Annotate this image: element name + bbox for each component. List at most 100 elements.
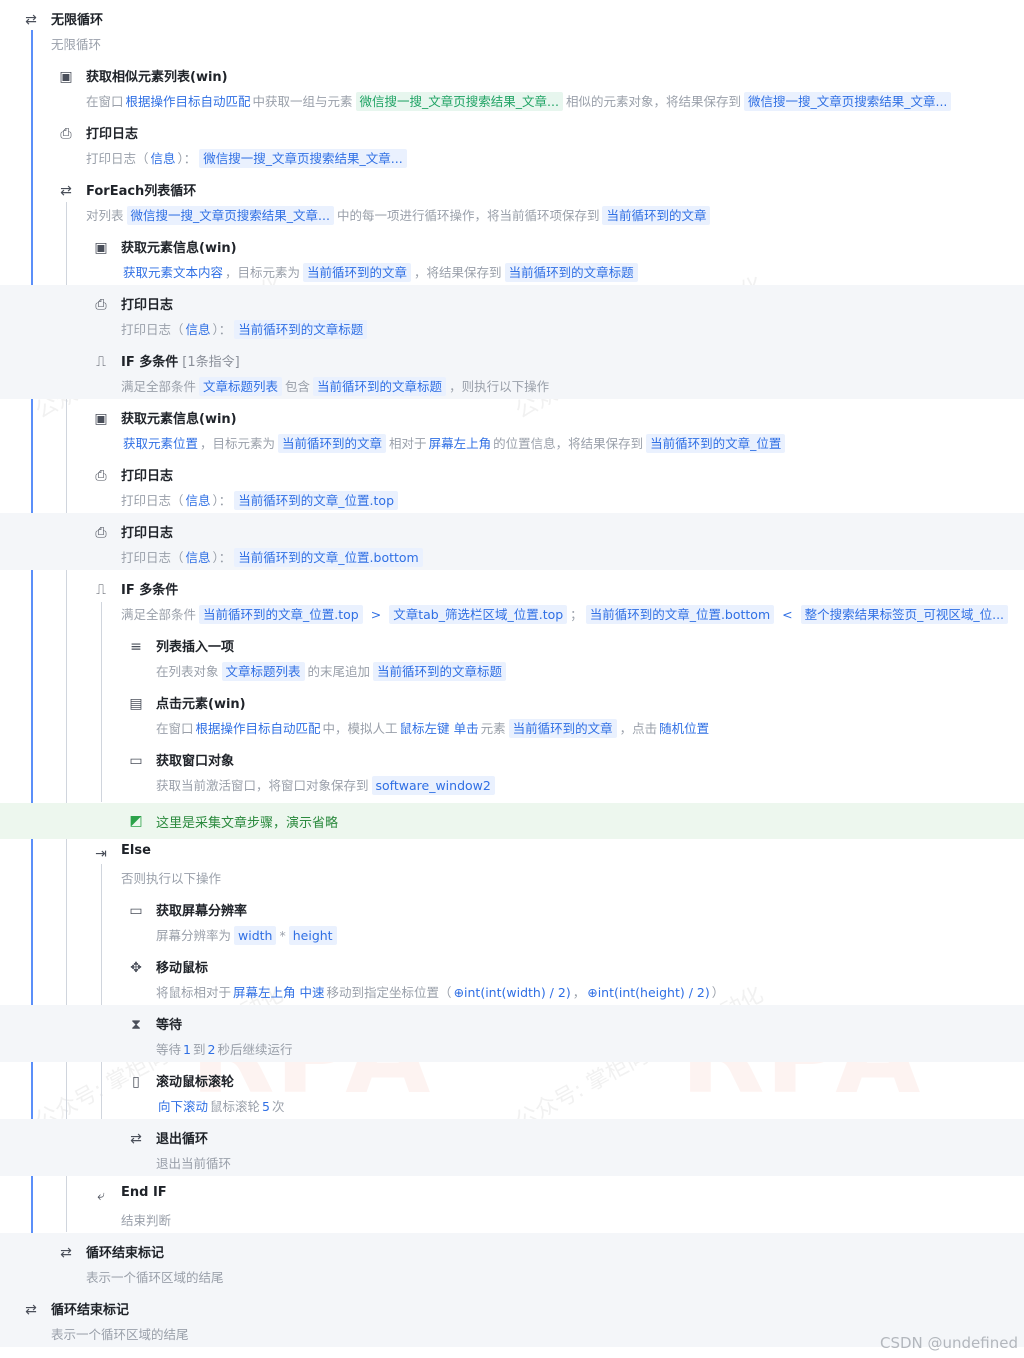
loop-end-icon: ⇄ xyxy=(25,1302,37,1318)
option-keyword[interactable]: 随机位置 xyxy=(659,721,709,736)
flow-step[interactable]: ⧗ 等待 等待 1 到 2 秒后继续运行 xyxy=(0,1005,1024,1062)
desc-text: 等待 xyxy=(156,1042,182,1057)
step-title-text: 这里是采集文章步骤，演示省略 xyxy=(156,816,339,831)
flow-step[interactable]: ⇄ 循环结束标记 表示一个循环区域的结尾 xyxy=(0,1290,1024,1347)
step-description: 在窗口 根据操作目标自动匹配 中获取一组与元素 微信搜一搜_文章页搜索结果_文章...… xyxy=(86,91,954,111)
step-title: 列表插入一项 xyxy=(156,636,234,655)
step-description: 屏幕分辨率为 width * height xyxy=(156,925,340,945)
variable-chip[interactable]: 文章标题列表 xyxy=(199,377,283,396)
window-element-icon: ▣ xyxy=(59,69,73,85)
desc-text: 无限循环 xyxy=(51,37,102,52)
variable-chip[interactable]: 整个搜索结果标签页_可视区域_位... xyxy=(800,605,1009,624)
variable-chip[interactable]: software_window2 xyxy=(371,776,495,795)
option-keyword[interactable]: 2 xyxy=(207,1042,215,1057)
option-keyword[interactable]: 5 xyxy=(262,1099,270,1114)
option-keyword[interactable]: 信息 xyxy=(186,550,211,565)
flow-step[interactable]: ⎙ 打印日志 打印日志（ 信息）： 微信搜一搜_文章页搜索结果_文章... xyxy=(0,114,1024,171)
variable-chip[interactable]: 微信搜一搜_文章页搜索结果_文章... xyxy=(743,92,952,111)
step-title: Else xyxy=(121,843,151,858)
variable-chip[interactable]: 当前循环到的文章标题 xyxy=(313,377,447,396)
desc-text: 满足全部条件 xyxy=(121,607,197,622)
variable-chip[interactable]: width xyxy=(234,926,277,945)
variable-chip[interactable]: 当前循环到的文章 xyxy=(602,206,711,225)
variable-chip[interactable]: 当前循环到的文章_位置.top xyxy=(199,605,363,624)
flow-step[interactable]: ⇄ 循环结束标记 表示一个循环区域的结尾 xyxy=(0,1233,1024,1290)
desc-text: 对列表 xyxy=(86,208,124,223)
printer-icon: ⎙ xyxy=(95,297,107,313)
flow-step[interactable]: ✥ 移动鼠标 将鼠标相对于 屏幕左上角 中速 移动到指定坐标位置（ ⊕int(int(wid… xyxy=(0,948,1024,1005)
flow-step[interactable]: ⤶ End IF 结束判断 xyxy=(0,1176,1024,1233)
variable-chip[interactable]: 当前循环到的文章标题 xyxy=(504,263,638,282)
flow-step[interactable]: ⎙ 打印日志 打印日志（ 信息）： 当前循环到的文章标题 xyxy=(0,285,1024,342)
option-keyword[interactable]: 信息 xyxy=(186,322,211,337)
flow-step[interactable]: ⎙ 打印日志 打印日志（ 信息）： 当前循环到的文章_位置.top xyxy=(0,456,1024,513)
option-keyword[interactable]: 中速 xyxy=(300,985,325,1000)
step-title-text: 滚动鼠标滚轮 xyxy=(156,1075,235,1090)
desc-text: ； xyxy=(570,607,583,622)
flow-step[interactable]: ⎍ IF 多条件 满足全部条件 当前循环到的文章_位置.top > 文章tab_筛选栏区域… xyxy=(0,570,1024,627)
step-title-text: 打印日志 xyxy=(121,469,174,484)
variable-chip[interactable]: height xyxy=(288,926,337,945)
option-keyword[interactable]: ⊕int(int(width) / 2) xyxy=(454,985,571,1000)
variable-chip[interactable]: 当前循环到的文章标题 xyxy=(373,662,507,681)
variable-chip[interactable]: 微信搜一搜_文章页搜索结果_文章... xyxy=(126,206,334,225)
flow-step[interactable]: ▭ 获取窗口对象 获取当前激活窗口，将窗口对象保存到 software_window2 xyxy=(0,741,1024,798)
step-description: 获取元素文本内容 ，目标元素为 当前循环到的文章 ，将结果保存到 当前循环到的文章标题 xyxy=(121,262,641,282)
desc-text: 的位置信息，将结果保存到 xyxy=(493,436,644,451)
flow-step[interactable]: ▭ 获取屏幕分辨率 屏幕分辨率为 width * height xyxy=(0,891,1024,948)
option-keyword[interactable]: ⊕int(int(height) / 2) xyxy=(587,985,710,1000)
desc-text: ，则执行以下操作 xyxy=(449,379,550,394)
variable-chip[interactable]: 当前循环到的文章_位置 xyxy=(646,434,786,453)
scroll-icon: ▯ xyxy=(132,1074,140,1090)
desc-text: 打印日志（ xyxy=(121,550,184,565)
flow-step[interactable]: ▣ 获取元素信息(win) 获取元素文本内容 ，目标元素为 当前循环到的文章 ，将结果保存… xyxy=(0,228,1024,285)
option-keyword[interactable]: 获取元素文本内容 xyxy=(123,265,223,280)
variable-chip[interactable]: 当前循环到的文章标题 xyxy=(234,320,368,339)
desc-text: 相似的元素对象，将结果保存到 xyxy=(565,94,741,109)
desc-text: 鼠标滚轮 xyxy=(210,1099,261,1114)
option-keyword[interactable]: 单击 xyxy=(454,721,479,736)
flow-step[interactable]: ⇥ Else 否则执行以下操作 xyxy=(0,834,1024,891)
step-description: 等待 1 到 2 秒后继续运行 xyxy=(156,1039,292,1058)
option-keyword[interactable]: 获取元素位置 xyxy=(123,436,198,451)
flow-step[interactable]: ⇄ 退出循环 退出当前循环 xyxy=(0,1119,1024,1176)
step-title: IF 多条件 xyxy=(121,579,178,598)
option-keyword[interactable]: 鼠标左键 xyxy=(400,721,450,736)
option-keyword[interactable]: 屏幕左上角 xyxy=(233,985,296,1000)
flow-step[interactable]: ⇄ 无限循环 无限循环 xyxy=(0,0,1024,57)
desc-text: 到 xyxy=(192,1042,206,1057)
option-keyword[interactable]: 信息 xyxy=(151,151,176,166)
variable-chip[interactable]: 当前循环到的文章_位置.bottom xyxy=(234,548,423,567)
desc-text: ，目标元素为 xyxy=(200,436,276,451)
variable-chip[interactable]: 微信搜一搜_文章页搜索结果_文章... xyxy=(199,149,407,168)
flow-step[interactable]: ▯ 滚动鼠标滚轮 向下滚动 鼠标滚轮 5 次 xyxy=(0,1062,1024,1119)
option-keyword[interactable]: 根据操作目标自动匹配 xyxy=(196,721,321,736)
option-keyword[interactable]: 向下滚动 xyxy=(158,1099,208,1114)
desc-text: 元素 xyxy=(480,721,506,736)
option-keyword[interactable]: 1 xyxy=(183,1042,191,1057)
flow-step[interactable]: ▤ 点击元素(win) 在窗口 根据操作目标自动匹配 中，模拟人工 鼠标左键 单击 元素 当前循… xyxy=(0,684,1024,741)
flow-step[interactable]: ≡ 列表插入一项 在列表对象 文章标题列表 的末尾追加 当前循环到的文章标题 xyxy=(0,627,1024,684)
option-keyword[interactable]: 信息 xyxy=(186,493,211,508)
variable-chip[interactable]: 当前循环到的文章_位置.bottom xyxy=(585,605,775,624)
option-keyword[interactable]: 屏幕左上角 xyxy=(429,436,492,451)
window-icon: ▭ xyxy=(129,753,143,769)
variable-chip[interactable]: 文章tab_筛选栏区域_位置.top xyxy=(389,605,568,624)
credit-text: CSDN @undefined xyxy=(879,1334,1018,1352)
flow-step[interactable]: ▣ 获取元素信息(win) 获取元素位置 ，目标元素为 当前循环到的文章 相对于 屏幕左上角… xyxy=(0,399,1024,456)
flow-step[interactable]: ⎍ IF 多条件 [1条指令] 满足全部条件 文章标题列表 包含 当前循环到的文章标题 ，则执… xyxy=(0,342,1024,399)
flow-step[interactable]: ⎙ 打印日志 打印日志（ 信息）： 当前循环到的文章_位置.bottom xyxy=(0,513,1024,570)
step-description: 否则执行以下操作 xyxy=(121,868,221,887)
option-keyword[interactable]: 根据操作目标自动匹配 xyxy=(126,94,251,109)
variable-chip[interactable]: 当前循环到的文章 xyxy=(303,263,412,282)
variable-chip[interactable]: 当前循环到的文章 xyxy=(508,719,617,738)
variable-chip[interactable]: 当前循环到的文章 xyxy=(278,434,387,453)
element-chip[interactable]: 微信搜一搜_文章页搜索结果_文章... xyxy=(355,92,563,111)
step-title: End IF xyxy=(121,1185,167,1200)
desc-text: 中，模拟人工 xyxy=(322,721,398,736)
flow-step[interactable]: ⇄ ForEach列表循环 对列表 微信搜一搜_文章页搜索结果_文章... 中的每一项进… xyxy=(0,171,1024,228)
variable-chip[interactable]: 当前循环到的文章_位置.top xyxy=(234,491,399,510)
step-title: 打印日志 xyxy=(86,123,138,142)
variable-chip[interactable]: 文章标题列表 xyxy=(221,662,305,681)
flow-step[interactable]: ▣ 获取相似元素列表(win) 在窗口 根据操作目标自动匹配 中获取一组与元素 微信搜一搜… xyxy=(0,57,1024,114)
